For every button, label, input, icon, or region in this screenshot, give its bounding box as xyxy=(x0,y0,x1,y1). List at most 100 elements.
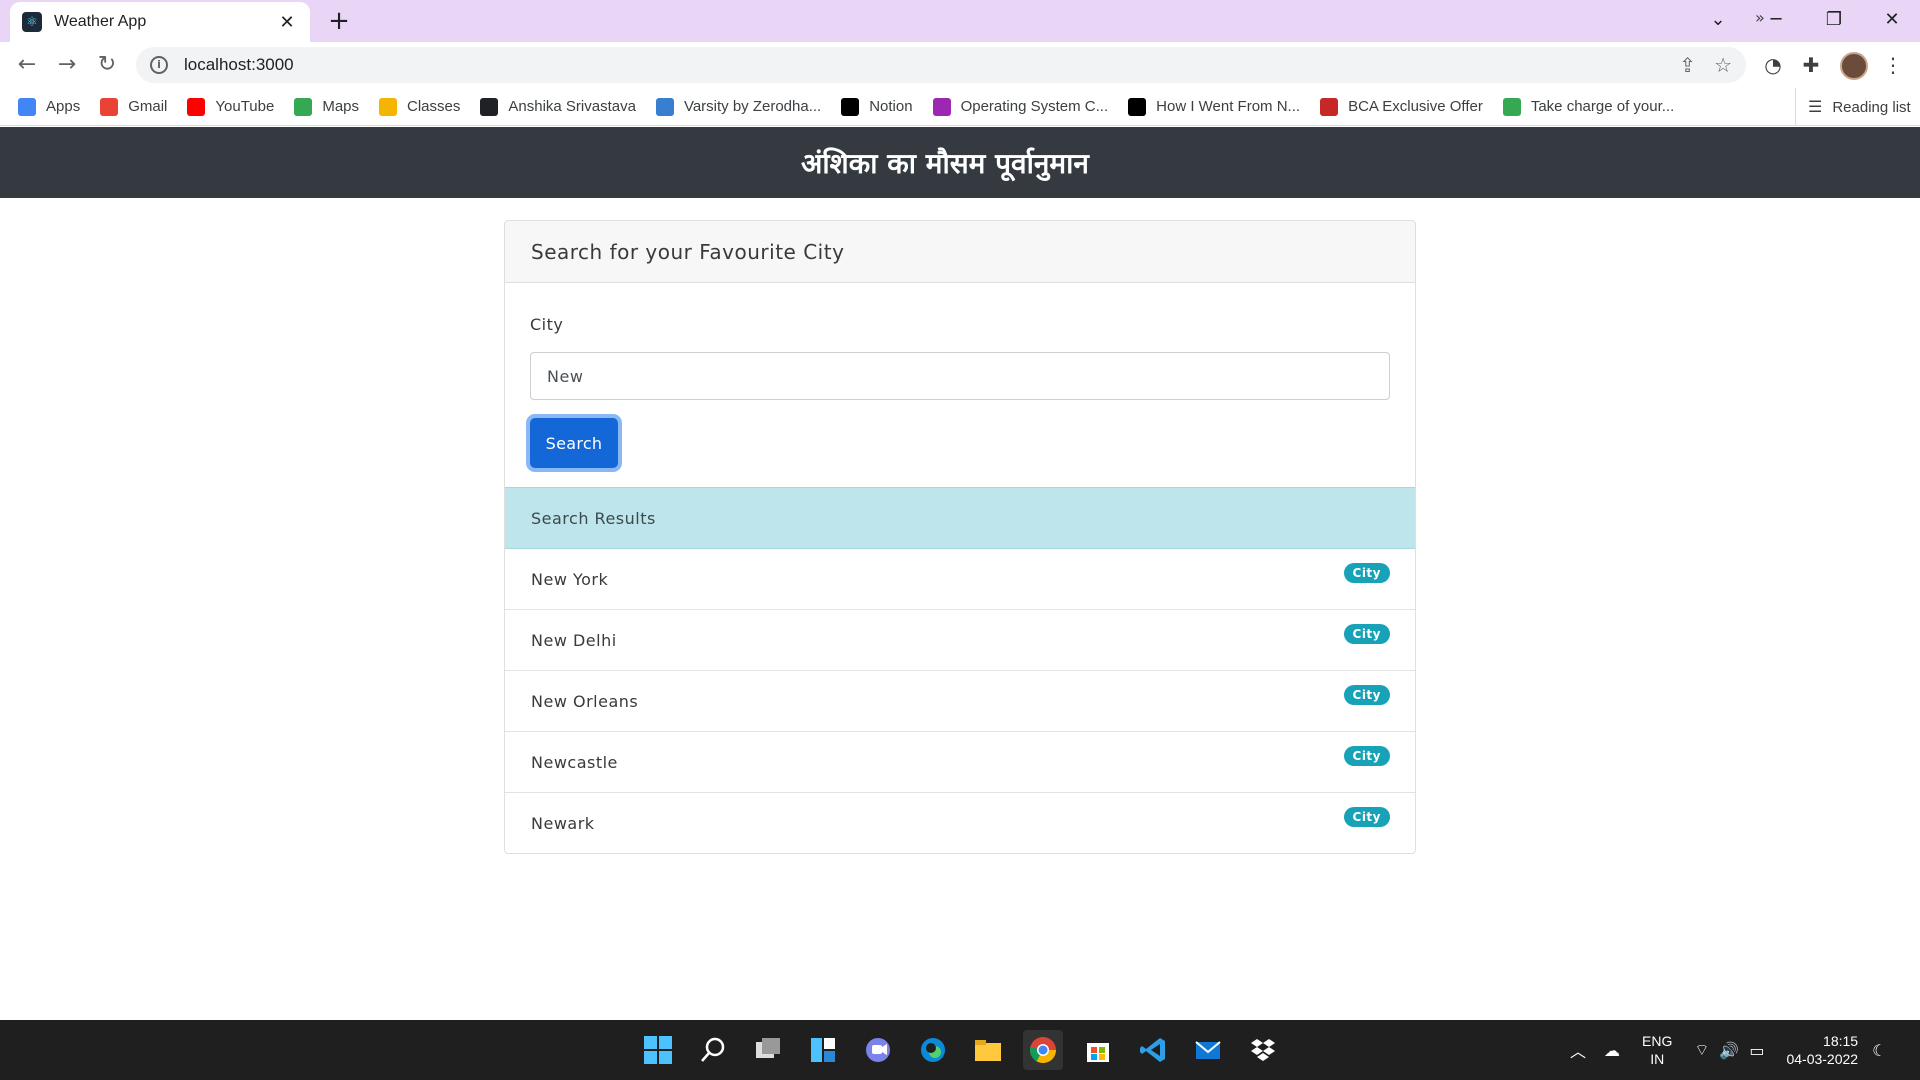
bookmark-item[interactable]: YouTube xyxy=(187,97,275,116)
apps-grid-icon xyxy=(18,97,36,116)
performance-icon[interactable]: ◔ xyxy=(1760,52,1786,78)
youtube-icon xyxy=(187,97,206,116)
search-button[interactable]: Search xyxy=(530,418,618,468)
volume-icon[interactable]: 🔊 xyxy=(1719,1041,1739,1060)
app-navbar: अंशिका का मौसम पूर्वानुमान xyxy=(0,127,1920,198)
card-header: Search for your Favourite City xyxy=(505,221,1415,283)
teams-chat-icon[interactable] xyxy=(858,1030,898,1070)
medium-icon xyxy=(1128,97,1147,116)
city-badge: City xyxy=(1343,685,1390,705)
bookmarks-bar: Apps Gmail YouTube Maps Classes Anshika Sriva… xyxy=(0,88,1920,126)
address-bar[interactable]: i localhost:3000 ⇪ ☆ xyxy=(136,47,1746,83)
bookmark-item[interactable]: Classes xyxy=(379,97,460,116)
bookmark-item[interactable]: Varsity by Zerodha... xyxy=(655,97,822,116)
task-view-icon[interactable] xyxy=(748,1030,788,1070)
bookmark-item[interactable]: Operating System C... xyxy=(932,97,1109,116)
bookmark-label: Operating System C... xyxy=(960,98,1109,115)
more-bookmarks-button[interactable]: » xyxy=(1755,8,1765,27)
notion-icon xyxy=(841,97,860,116)
gmail-icon xyxy=(100,97,119,116)
microsoft-store-icon[interactable] xyxy=(1078,1030,1118,1070)
reading-list-button[interactable]: ☰ Reading list xyxy=(1795,88,1911,126)
reload-icon[interactable]: ↻ xyxy=(92,50,122,80)
back-icon[interactable]: ← xyxy=(12,50,42,80)
dropbox-icon[interactable] xyxy=(1243,1030,1283,1070)
bookmark-label: Notion xyxy=(869,98,913,115)
close-icon[interactable]: ✕ xyxy=(276,12,298,33)
bca-icon xyxy=(1320,97,1339,116)
result-city-name: New Orleans xyxy=(531,691,639,711)
city-badge: City xyxy=(1343,746,1390,766)
bookmark-item[interactable]: Apps xyxy=(18,97,80,116)
forward-icon[interactable]: → xyxy=(52,50,82,80)
city-input[interactable] xyxy=(530,352,1390,400)
menu-kebab-icon[interactable]: ⋮ xyxy=(1880,52,1906,78)
search-icon[interactable] xyxy=(693,1030,733,1070)
vscode-icon[interactable] xyxy=(1133,1030,1173,1070)
widgets-icon[interactable] xyxy=(803,1030,843,1070)
windows-start-icon[interactable] xyxy=(638,1030,678,1070)
tab-title: Weather App xyxy=(54,13,147,30)
clock-time: 18:15 xyxy=(1823,1033,1859,1049)
google-drive-icon xyxy=(1502,97,1521,116)
url-text: localhost:3000 xyxy=(184,55,294,74)
bookmark-label: Maps xyxy=(322,98,360,115)
browser-tab-weather-app[interactable]: ⚛ Weather App ✕ xyxy=(10,2,310,42)
city-badge: City xyxy=(1343,563,1390,583)
classroom-icon xyxy=(379,97,398,116)
result-item[interactable]: New Delhi City xyxy=(505,610,1415,671)
show-hidden-icons-icon[interactable]: ︿ xyxy=(1570,1038,1586,1062)
wifi-icon[interactable]: ⌔ xyxy=(1694,1040,1709,1060)
bookmark-star-icon[interactable]: ☆ xyxy=(1714,53,1732,77)
clock-date: 04-03-2022 xyxy=(1786,1051,1859,1067)
bookmark-item[interactable]: Notion xyxy=(841,97,913,116)
bookmark-item[interactable]: Maps xyxy=(294,97,360,116)
bookmark-item[interactable]: How I Went From N... xyxy=(1128,97,1301,116)
edge-icon[interactable] xyxy=(913,1030,953,1070)
result-city-name: Newcastle xyxy=(531,752,618,772)
bookmark-label: Gmail xyxy=(128,98,168,115)
city-badge: City xyxy=(1343,807,1390,827)
region-code: IN xyxy=(1650,1051,1665,1067)
bookmark-label: Take charge of your... xyxy=(1530,98,1675,115)
language-indicator[interactable]: ENG IN xyxy=(1642,1032,1672,1068)
focus-assist-icon[interactable]: ☾ xyxy=(1872,1041,1886,1060)
bookmark-label: YouTube xyxy=(215,98,275,115)
tab-search-icon[interactable]: ⌄ xyxy=(1690,0,1746,38)
varsity-icon xyxy=(655,97,674,116)
bookmark-label: Anshika Srivastava xyxy=(508,98,636,115)
bookmark-label: BCA Exclusive Offer xyxy=(1348,98,1483,115)
bookmark-item[interactable]: Take charge of your... xyxy=(1502,97,1675,116)
system-tray: ︿ ☁ ENG IN ⌔ 🔊 ▭ 18:15 04-03-2022 ☾ xyxy=(1570,1020,1886,1080)
bookmark-item[interactable]: Gmail xyxy=(100,97,168,116)
browser-toolbar: ← → ↻ i localhost:3000 ⇪ ☆ ◔ ✚ ⋮ xyxy=(0,42,1920,88)
profile-avatar[interactable] xyxy=(1840,52,1868,80)
clock[interactable]: 18:15 04-03-2022 xyxy=(1786,1032,1858,1068)
new-tab-button[interactable]: + xyxy=(324,6,354,36)
mail-icon[interactable] xyxy=(1188,1030,1228,1070)
bookmark-item[interactable]: BCA Exclusive Offer xyxy=(1320,97,1483,116)
m-icon xyxy=(932,97,951,116)
extensions-icon[interactable]: ✚ xyxy=(1798,52,1824,78)
bookmark-label: Varsity by Zerodha... xyxy=(683,98,822,115)
result-item[interactable]: Newcastle City xyxy=(505,732,1415,793)
bookmark-label: How I Went From N... xyxy=(1156,98,1301,115)
reading-list-label: Reading list xyxy=(1832,98,1911,116)
result-city-name: Newark xyxy=(531,814,595,833)
result-item[interactable]: New York City xyxy=(505,549,1415,610)
onedrive-icon[interactable]: ☁ xyxy=(1604,1041,1620,1060)
language-code: ENG xyxy=(1642,1033,1673,1049)
share-icon[interactable]: ⇪ xyxy=(1679,53,1696,77)
city-badge: City xyxy=(1343,624,1390,644)
window-close-button[interactable]: ✕ xyxy=(1864,0,1920,38)
file-explorer-icon[interactable] xyxy=(968,1030,1008,1070)
restore-button[interactable]: ❐ xyxy=(1806,0,1862,38)
result-item[interactable]: New Orleans City xyxy=(505,671,1415,732)
chrome-icon[interactable] xyxy=(1023,1030,1063,1070)
result-item[interactable]: Newark City xyxy=(505,793,1415,853)
battery-icon[interactable]: ▭ xyxy=(1749,1041,1764,1060)
bookmark-item[interactable]: Anshika Srivastava xyxy=(480,97,636,116)
results-list: New York City New Delhi City New Orleans City… xyxy=(505,549,1415,853)
site-info-icon[interactable]: i xyxy=(150,56,168,74)
results-header: Search Results xyxy=(505,487,1415,549)
